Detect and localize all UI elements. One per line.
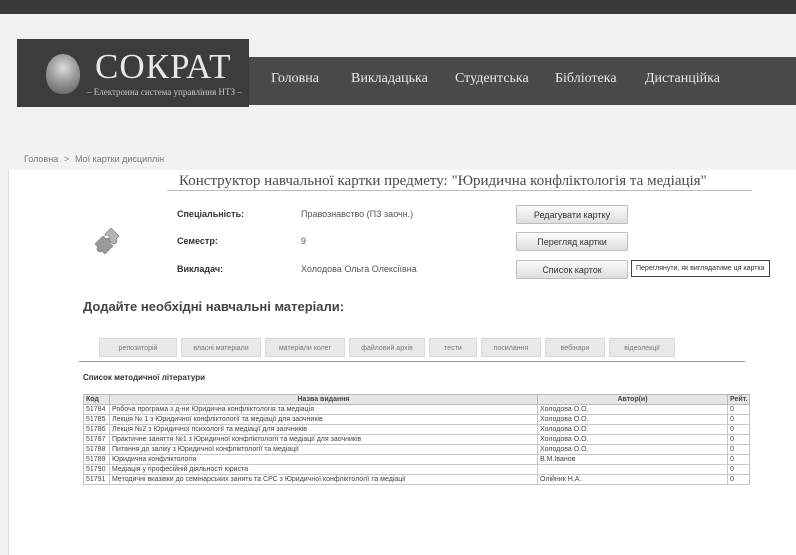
cell-rating: 0 [727,414,750,425]
puzzle-icon [94,227,120,255]
cell-rating: 0 [727,424,750,435]
cell-name[interactable]: Методичні вказівки до семінарських занят… [109,474,538,485]
logo[interactable]: СОКРАТ – Електронна система управління Н… [17,39,249,107]
view-card-button[interactable]: Перегляд картки [516,232,628,251]
edit-card-button[interactable]: Редагувати картку [516,205,628,224]
cell-author: В.М.Іванов [537,454,728,465]
tab-own-materials[interactable]: власні матеріали [181,338,261,357]
tab-links[interactable]: посилання [481,338,541,357]
materials-heading: Додайте необхідні навчальні матеріали: [83,299,345,314]
cell-rating: 0 [727,454,750,465]
breadcrumb-home[interactable]: Головна [24,154,58,164]
table-row[interactable]: 51789 Юридична конфліктологія В.М.Іванов… [83,454,750,465]
header: СОКРАТ – Електронна система управління Н… [0,14,796,120]
cell-name[interactable]: Лекція №2 з Юридичної психології та меді… [109,424,538,435]
nav-item-distance[interactable]: Дистанційка [645,71,720,87]
cell-code: 51786 [83,424,110,435]
column-header-rating[interactable]: Рейт. [727,394,750,405]
logo-title: СОКРАТ [95,47,232,86]
nav-item-students[interactable]: Студентська [455,71,529,87]
card-list-button[interactable]: Список карток [516,260,628,279]
logo-subtitle: – Електронна система управління НТЗ – [87,87,242,97]
semester-value: 9 [301,236,307,246]
tab-colleague-materials[interactable]: матеріали колег [265,338,345,357]
tooltip: Переглянути, як виглядатиме ця картка [631,260,770,277]
page-title: Конструктор навчальної картки предмету: … [179,173,707,189]
socrates-bust-icon [46,54,80,94]
literature-title: Список методичної літератури [83,373,206,382]
table-header-row: Код Назва видання Автор(и) Рейт. [83,394,750,405]
cell-author [537,464,728,475]
cell-author: Холодова О.О. [537,424,728,435]
cell-name[interactable]: Питання до заліку з Юридичної конфліктол… [109,444,538,455]
semester-label: Семестр: [177,236,218,246]
cell-name[interactable]: Робоча програма з д-ни Юридична конфлікт… [109,404,538,415]
cell-author: Холодова О.О. [537,434,728,445]
main-content: Конструктор навчальної картки предмету: … [8,170,796,555]
table-row[interactable]: 51790 Медіація у професійній діяльності … [83,464,750,475]
specialty-label: Спеціальність: [177,209,245,219]
cell-author: Олійник Н.А. [537,474,728,485]
cell-code: 51789 [83,454,110,465]
specialty-value: Правознавство (ПЗ заочн.) [301,209,414,219]
cell-author: Холодова О.О. [537,444,728,455]
teacher-value: Холодова Ольга Олексіївна [301,264,417,274]
title-divider [167,190,752,191]
cell-name[interactable]: Лекція № 1 з Юридичної конфліктології та… [109,414,538,425]
breadcrumb-current: Мої картки дисциплін [75,154,165,164]
tab-video-lectures[interactable]: відеолекції [609,338,675,357]
cell-code: 51784 [83,404,110,415]
table-row[interactable]: 51785 Лекція № 1 з Юридичної конфліктоло… [83,414,750,425]
column-header-author[interactable]: Автор(и) [537,394,728,405]
cell-rating: 0 [727,474,750,485]
tab-file-archive[interactable]: файловий архів [349,338,425,357]
column-header-code[interactable]: Код [83,394,110,405]
table-row[interactable]: 51791 Методичні вказівки до семінарських… [83,474,750,485]
nav-item-home[interactable]: Головна [271,71,319,87]
cell-author: Холодова О.О. [537,404,728,415]
table-row[interactable]: 51788 Питання до заліку з Юридичної конф… [83,444,750,455]
table-row[interactable]: 51787 Практичне заняття №1 з Юридичної к… [83,434,750,445]
top-bar [0,0,796,14]
nav-item-teaching[interactable]: Викладацька [351,71,428,87]
cell-rating: 0 [727,404,750,415]
tab-webinars[interactable]: вебінари [545,338,605,357]
cell-code: 51787 [83,434,110,445]
breadcrumb: Головна > Мої картки дисциплін [0,150,796,170]
cell-name[interactable]: Юридична конфліктологія [109,454,538,465]
cell-author: Холодова О.О. [537,414,728,425]
column-header-name[interactable]: Назва видання [109,394,538,405]
literature-table: Код Назва видання Автор(и) Рейт. 51784 Р… [83,394,750,485]
cell-rating: 0 [727,434,750,445]
cell-name[interactable]: Медіація у професійній діяльності юриста [109,464,538,475]
cell-code: 51791 [83,474,110,485]
cell-code: 51790 [83,464,110,475]
tab-repository[interactable]: репозиторій [99,338,177,357]
main-nav: Головна Викладацька Студентська Бібліоте… [249,57,796,105]
nav-item-library[interactable]: Бібліотека [555,71,617,87]
tab-tests[interactable]: тести [429,338,477,357]
cell-code: 51785 [83,414,110,425]
cell-code: 51788 [83,444,110,455]
tabs-divider [79,361,745,362]
table-row[interactable]: 51784 Робоча програма з д-ни Юридична ко… [83,404,750,415]
teacher-label: Викладач: [177,264,224,274]
cell-rating: 0 [727,444,750,455]
cell-rating: 0 [727,464,750,475]
breadcrumb-separator: > [64,154,70,164]
table-row[interactable]: 51786 Лекція №2 з Юридичної психології т… [83,424,750,435]
cell-name[interactable]: Практичне заняття №1 з Юридичної конфлік… [109,434,538,445]
